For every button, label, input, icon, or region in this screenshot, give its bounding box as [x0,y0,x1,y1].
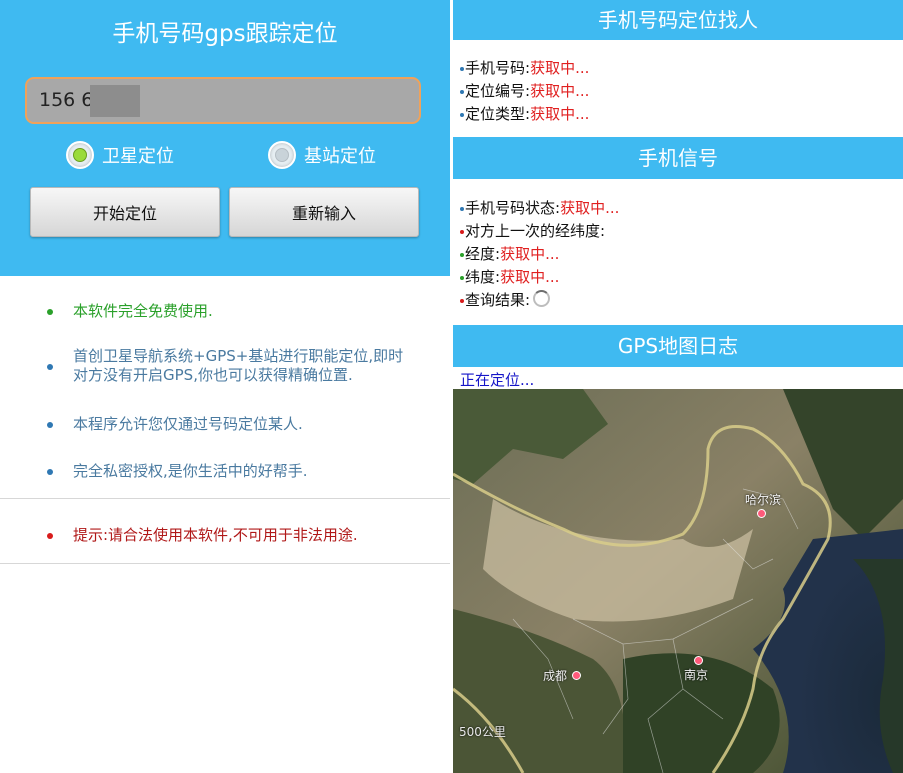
radio-satellite-label: 卫星定位 [102,146,174,167]
info-row-phone: 手机号码:获取中... [460,57,589,78]
feature-text-line: 首创卫星导航系统+GPS+基站进行职能定位,即时 [73,347,404,365]
signal-row-longitude: 经度:获取中... [460,243,559,264]
reenter-button[interactable]: 重新输入 [229,187,419,237]
radio-base-station-label: 基站定位 [304,146,376,167]
tip-text: 提示:请合法使用本软件,不可用于非法用途. [73,526,358,544]
bullet-icon [460,66,464,71]
feature-text: 本程序允许您仅通过号码定位某人. [73,415,303,433]
satellite-map[interactable]: 哈尔滨 成都 南京 500公里 [453,389,903,773]
info-value: 获取中... [530,105,590,123]
bullet-icon [460,298,464,303]
map-pin-icon [757,509,766,518]
radio-circle-icon [268,141,296,169]
locating-status: 正在定位... [460,371,535,389]
feature-text: 首创卫星导航系统+GPS+基站进行职能定位,即时 对方没有开启GPS,你也可以获… [73,347,403,385]
redaction-mask [90,85,140,117]
signal-row-latitude: 纬度:获取中... [460,266,559,287]
app-title: 手机号码gps跟踪定位 [112,21,338,47]
info-label: 手机号码: [465,59,531,77]
bullet-icon [47,364,53,370]
signal-label: 手机号码状态: [465,199,561,217]
bullet-icon [47,469,53,475]
signal-label: 经度: [465,245,501,263]
loading-spinner-icon [533,290,551,307]
map-pin-icon [572,671,581,680]
divider [0,563,450,564]
radio-unselected-dot [275,148,289,162]
bullet-icon [460,89,464,94]
bullet-icon [460,112,464,117]
signal-row-lastpos: 对方上一次的经纬度: [460,220,605,241]
left-pane: 手机号码gps跟踪定位 156 6666 卫星定位 基站定位 开始定位 重新输入… [0,0,450,773]
bullet-icon [47,422,53,428]
right-pane: 手机号码定位找人 手机号码:获取中... 定位编号:获取中... 定位类型:获取… [453,0,903,773]
map-scale: 500公里 [459,725,506,739]
city-label: 南京 [684,668,709,682]
signal-value: 获取中... [560,199,620,217]
feature-text-line: 对方没有开启GPS,你也可以获得精确位置. [73,366,353,384]
radio-satellite[interactable]: 卫星定位 [66,139,174,171]
bullet-icon [47,533,53,539]
bullet-icon [47,309,53,315]
info-value: 获取中... [530,59,590,77]
bullet-icon [460,229,464,234]
city-label: 哈尔滨 [745,493,782,507]
start-locate-button[interactable]: 开始定位 [30,187,220,237]
info-label: 定位编号: [465,82,531,100]
map-image [453,389,903,773]
phone-number-input[interactable]: 156 6666 [25,77,421,124]
signal-row-result: 查询结果: [460,289,551,310]
signal-label: 纬度: [465,268,501,286]
section-title-gps-log: GPS地图日志 [453,325,903,367]
radio-base-station[interactable]: 基站定位 [268,139,376,171]
feature-text: 本软件完全免费使用. [73,302,213,320]
info-label: 定位类型: [465,105,531,123]
signal-value: 获取中... [500,268,560,286]
bullet-icon [460,206,464,211]
divider [0,498,450,499]
info-row-id: 定位编号:获取中... [460,80,589,101]
signal-row-status: 手机号码状态:获取中... [460,197,619,218]
map-pin-icon [694,656,703,665]
city-label: 成都 [543,669,568,683]
feature-text: 完全私密授权,是你生活中的好帮手. [73,462,308,480]
signal-label: 对方上一次的经纬度: [465,222,606,240]
signal-value: 获取中... [500,245,560,263]
radio-circle-icon [66,141,94,169]
section-title-locate: 手机号码定位找人 [453,0,903,40]
section-title-signal: 手机信号 [453,137,903,179]
info-value: 获取中... [530,82,590,100]
header-panel: 手机号码gps跟踪定位 156 6666 卫星定位 基站定位 开始定位 重新输入 [0,0,450,276]
radio-selected-dot [73,148,87,162]
bullet-icon [460,275,464,280]
info-row-type: 定位类型:获取中... [460,103,589,124]
signal-label: 查询结果: [465,291,531,309]
bullet-icon [460,252,464,257]
